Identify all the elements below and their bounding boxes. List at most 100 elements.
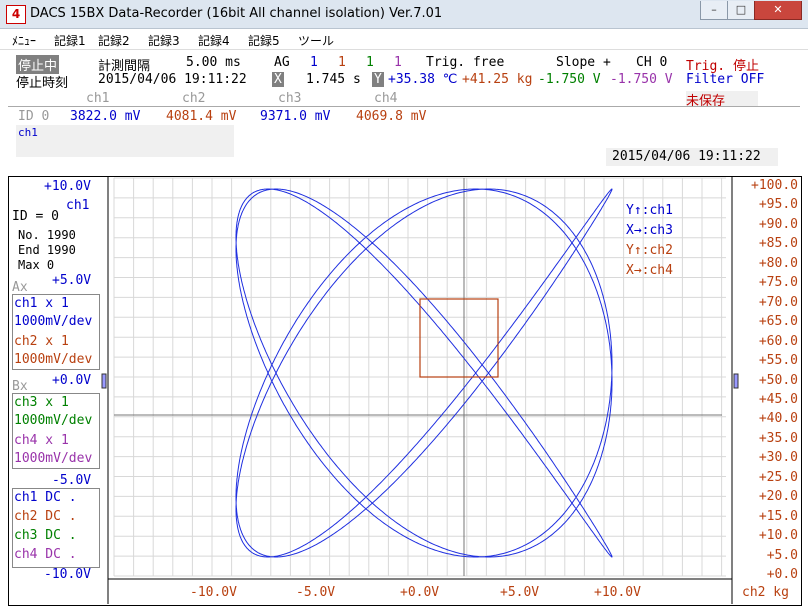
bx-ch4-gain: ch4 x 1 [14,433,69,448]
minimize-button[interactable]: – [700,1,728,20]
bx-ch4-range: 1000mV/dev [14,451,93,466]
y-tick-label: +100.0 [751,178,798,193]
close-button[interactable]: ✕ [754,1,802,20]
ch1-header: ch1 [86,91,110,106]
trigger-slope[interactable]: Slope + [556,55,611,70]
y-tick-label: +50.0 [758,372,798,388]
legend-y-ch1: Y↑:ch1 [626,203,673,218]
y-tick-label: +75.0 [758,275,798,291]
menu-tools[interactable]: ツール [298,32,334,49]
left-marker[interactable] [101,373,107,389]
ag-ch1: 1 [310,55,318,70]
maximize-button[interactable]: □ [727,1,755,20]
y-cursor-label: Y [372,72,384,87]
y-tick-label: +5.0 [766,547,798,563]
scale-minus5: -5.0V [52,473,92,488]
y-tick-label: +0.0 [766,567,798,582]
ch1-value: 3822.0 mV [70,109,141,124]
scale-bottom: -10.0V [44,567,91,582]
ag-ch4: 1 [394,55,402,70]
y-tick-label: +55.0 [758,353,798,369]
no-readout: No. 1990 [18,228,76,242]
dc-ch2: ch2 DC . [14,509,77,524]
left-ch-name: ch1 [66,198,90,213]
stop-time-label: 停止時刻 [16,76,69,91]
scale-plus5: +5.0V [52,273,92,288]
bx-ch3-gain: ch3 x 1 [14,395,69,410]
right-marker[interactable] [733,373,739,389]
ch3-value: 9371.0 mV [260,109,331,124]
y-tick-label: +65.0 [758,314,798,330]
x-cursor-value: 1.745 s [306,72,361,87]
lissajous-trace [235,188,613,558]
ax-ch2-range: 1000mV/dev [14,352,93,367]
id-readout: ID = 0 [12,209,59,224]
menu-record2[interactable]: 記録2 [98,32,130,49]
xy-scope[interactable] [8,176,800,604]
y-tick-label: +70.0 [758,294,798,310]
trigger-mode[interactable]: Trig. free [426,55,504,70]
y-tick-label: +35.0 [758,430,798,446]
window-title: DACS 15BX Data-Recorder (16bit All chann… [30,6,443,21]
stop-time-value: 2015/04/06 19:11:22 [98,72,247,87]
bx-label: Bx [12,379,28,394]
divider [8,106,800,107]
y-tick-label: +25.0 [758,469,798,485]
filter-status[interactable]: Filter OFF [686,72,764,87]
ch4-header: ch4 [374,91,398,106]
ax-ch1-range: 1000mV/dev [14,314,93,329]
end-readout: End 1990 [18,243,76,257]
ag-ch2: 1 [338,55,346,70]
ax-ch1-gain: ch1 x 1 [14,296,69,311]
ax-label: Ax [12,280,28,295]
trigger-channel[interactable]: CH 0 [636,55,667,70]
dc-ch3: ch3 DC . [14,528,77,543]
x-tick-plus5: +5.0V [500,585,540,600]
channel-select-box[interactable] [16,125,234,157]
x-tick-plus10: +10.0V [594,585,641,600]
y-tick-label: +10.0 [758,528,798,544]
legend-x-ch3: X→:ch3 [626,223,673,238]
x-tick-zero: +0.0V [400,585,440,600]
menu-record4[interactable]: 記録4 [198,32,230,49]
menu-record3[interactable]: 記録3 [148,32,180,49]
id-label: ID 0 [18,109,50,124]
legend-y-ch2: Y↑:ch2 [626,243,673,258]
ag-label: AG [274,55,290,70]
bx-ch3-range: 1000mV/dev [14,413,93,428]
dc-ch1: ch1 DC . [14,490,77,505]
y-tick-label: +80.0 [758,255,798,271]
selected-channel: ch1 [18,126,38,139]
y-ch2-value: +41.25 kg [462,72,533,87]
interval-value: 5.00 ms [186,55,241,70]
y-tick-label: +95.0 [758,197,798,213]
max-readout: Max 0 [18,258,55,272]
menu-menu[interactable]: ﾒﾆｭｰ [12,32,36,49]
y-tick-label: +40.0 [758,411,798,427]
y-tick-label: +60.0 [758,333,798,349]
ch4-value: 4069.8 mV [356,109,427,124]
y-tick-label: +45.0 [758,391,798,407]
app-icon: 4 [6,5,26,24]
y-ch4-value: -1.750 V [610,72,673,87]
y-tick-label: +90.0 [758,216,798,232]
ax-ch2-gain: ch2 x 1 [14,334,69,349]
menu-record5[interactable]: 記録5 [248,32,280,49]
y-tick-label: +15.0 [758,508,798,524]
y-ch3-value: -1.750 V [538,72,601,87]
ch3-header: ch3 [278,91,302,106]
y-tick-label: +30.0 [758,450,798,466]
right-unit: ch2 kg [742,585,789,600]
ch2-header: ch2 [182,91,206,106]
timestamp: 2015/04/06 19:11:22 [612,149,761,164]
ch2-value: 4081.4 mV [166,109,237,124]
y-tick-label: +20.0 [758,489,798,505]
scale-zero: +0.0V [52,373,92,388]
x-tick-minus5: -5.0V [296,585,336,600]
menu-record1[interactable]: 記録1 [54,32,86,49]
x-cursor-label: X [272,72,284,87]
x-tick-minus10: -10.0V [190,585,237,600]
dc-ch4: ch4 DC . [14,547,77,562]
legend-x-ch4: X→:ch4 [626,263,673,278]
y-tick-label: +85.0 [758,236,798,252]
